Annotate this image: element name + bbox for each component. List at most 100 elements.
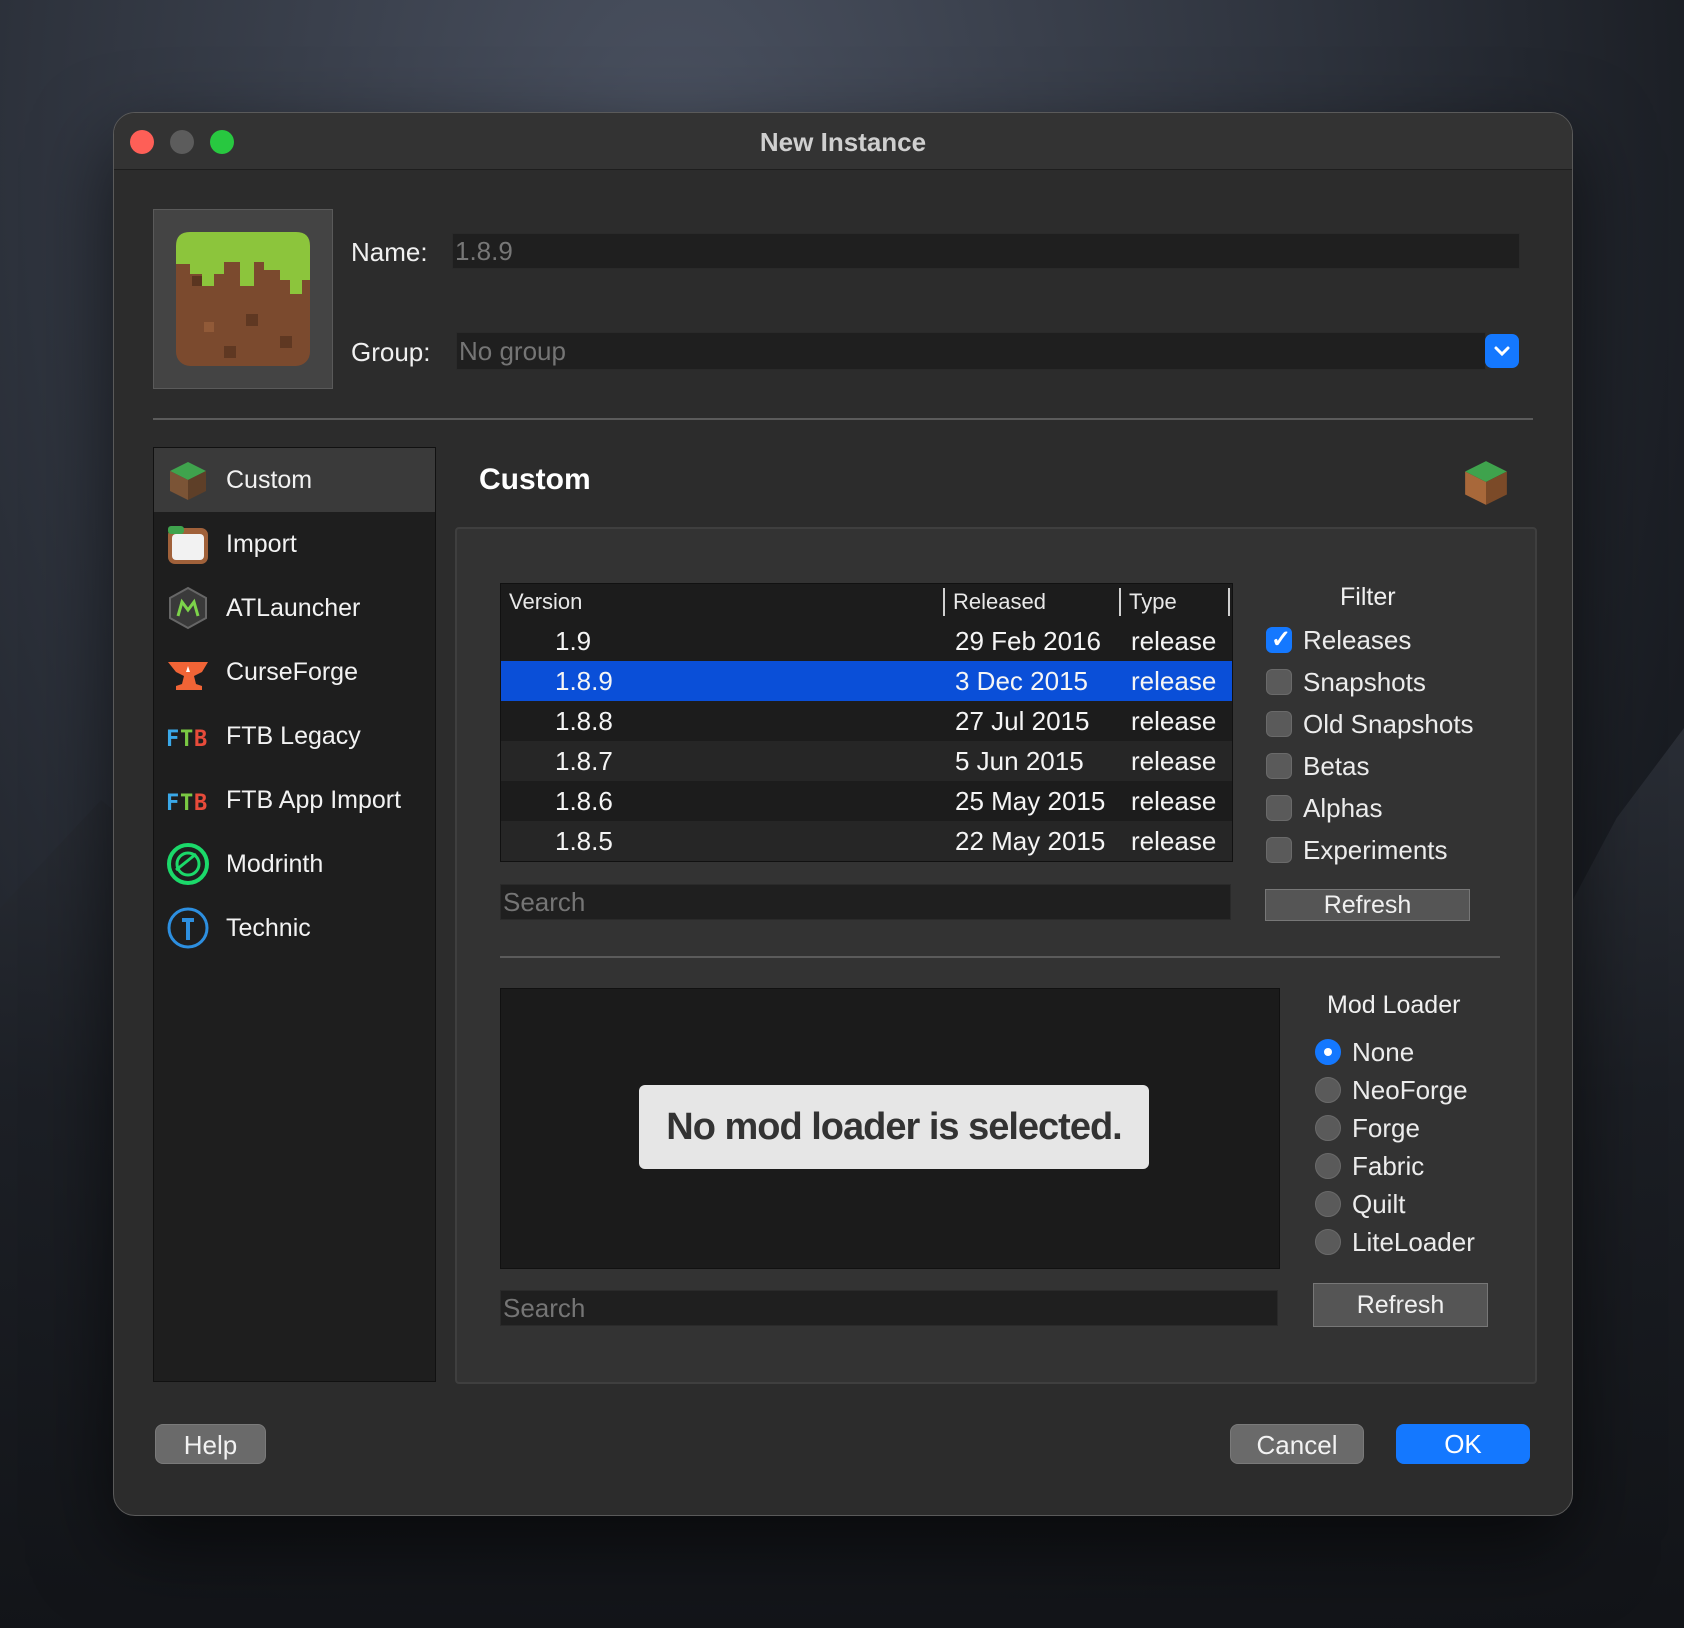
released-cell: 22 May 2015 <box>955 826 1106 856</box>
chevron-down-icon <box>1494 346 1510 357</box>
old-snapshots-label[interactable]: Old Snapshots <box>1303 709 1474 740</box>
type-cell: release <box>1131 706 1217 736</box>
released-cell: 5 Jun 2015 <box>955 746 1084 776</box>
ok-button[interactable]: OK <box>1396 1424 1530 1464</box>
svg-text:B: B <box>194 791 207 816</box>
grass-block-icon <box>176 232 310 366</box>
fabric-radio[interactable] <box>1315 1153 1341 1179</box>
curseforge-anvil-icon <box>168 662 208 690</box>
table-row[interactable]: 1.8.8 27 Jul 2015 release <box>501 701 1232 741</box>
releases-checkbox[interactable]: ✓ <box>1266 626 1292 653</box>
sidebar-item-label: FTB Legacy <box>226 721 361 750</box>
column-separator <box>1119 588 1121 616</box>
table-row[interactable]: 1.8.5 22 May 2015 release <box>501 821 1232 861</box>
sidebar-item-modrinth[interactable]: Modrinth <box>154 832 435 896</box>
table-row[interactable]: 1.8.6 25 May 2015 release <box>501 781 1232 821</box>
radio-dot-icon <box>1324 1048 1332 1056</box>
sidebar-item-technic[interactable]: Technic <box>154 896 435 960</box>
table-row-selected[interactable]: 1.8.9 3 Dec 2015 release <box>501 661 1232 701</box>
version-search-input[interactable] <box>500 884 1231 920</box>
sidebar-item-label: FTB App Import <box>226 785 402 814</box>
svg-text:F: F <box>166 727 179 752</box>
liteloader-label[interactable]: LiteLoader <box>1352 1227 1475 1258</box>
version-table[interactable]: Version Released Type 1.9 29 Feb 2016 re… <box>500 583 1233 862</box>
table-row[interactable]: 1.8.7 5 Jun 2015 release <box>501 741 1232 781</box>
sidebar-item-label: Custom <box>226 465 313 494</box>
type-cell: release <box>1131 666 1217 696</box>
version-cell: 1.8.6 <box>555 786 613 816</box>
snapshots-label[interactable]: Snapshots <box>1303 667 1426 698</box>
sidebar-item-label: ATLauncher <box>226 593 361 622</box>
neoforge-label[interactable]: NeoForge <box>1352 1075 1468 1106</box>
source-sidebar: Custom Import ATLauncher CurseForge F T … <box>153 447 436 1382</box>
column-separator <box>1228 588 1230 616</box>
quilt-radio[interactable] <box>1315 1191 1341 1217</box>
alphas-checkbox[interactable] <box>1266 795 1292 821</box>
grass-block-icon <box>170 462 206 500</box>
svg-text:T: T <box>180 791 193 816</box>
experiments-checkbox[interactable] <box>1266 837 1292 863</box>
folder-icon <box>168 526 208 564</box>
released-cell: 29 Feb 2016 <box>955 626 1102 656</box>
new-instance-dialog: New Instance Name: Group: Cust <box>113 112 1573 1516</box>
old-snapshots-checkbox[interactable] <box>1266 711 1292 737</box>
forge-radio[interactable] <box>1315 1115 1341 1141</box>
technic-icon <box>167 907 209 949</box>
group-label: Group: <box>351 337 431 367</box>
title-bar[interactable]: New Instance <box>114 113 1572 170</box>
ftb-icon: F T B <box>166 791 207 816</box>
version-cell: 1.8.8 <box>555 706 613 736</box>
alphas-label[interactable]: Alphas <box>1303 793 1383 824</box>
help-button[interactable]: Help <box>155 1424 266 1464</box>
column-separator <box>943 588 945 616</box>
instance-icon-button[interactable] <box>153 209 333 389</box>
modrinth-icon <box>167 843 209 885</box>
sidebar-item-atlauncher[interactable]: ATLauncher <box>154 576 435 640</box>
none-label[interactable]: None <box>1352 1037 1414 1068</box>
column-header-version[interactable]: Version <box>509 584 582 620</box>
sidebar-item-label: CurseForge <box>226 657 358 686</box>
column-header-released[interactable]: Released <box>953 584 1046 620</box>
group-dropdown-button[interactable] <box>1485 334 1519 368</box>
version-refresh-button[interactable]: Refresh <box>1265 889 1470 921</box>
mod-loader-refresh-button[interactable]: Refresh <box>1313 1283 1488 1327</box>
checkmark-icon: ✓ <box>1271 626 1292 653</box>
name-input[interactable] <box>452 233 1520 269</box>
sidebar-item-ftb-legacy[interactable]: F T B FTB Legacy <box>154 704 435 768</box>
ftb-icon: F T B <box>166 727 207 752</box>
page-title: Custom <box>479 463 591 496</box>
sidebar-item-label: Technic <box>226 913 311 942</box>
sidebar-item-import[interactable]: Import <box>154 512 435 576</box>
betas-label[interactable]: Betas <box>1303 751 1370 782</box>
experiments-label[interactable]: Experiments <box>1303 835 1448 866</box>
quilt-label[interactable]: Quilt <box>1352 1189 1405 1220</box>
table-row[interactable]: 1.9 29 Feb 2016 release <box>501 621 1232 661</box>
liteloader-radio[interactable] <box>1315 1229 1341 1255</box>
sidebar-item-label: Modrinth <box>226 849 324 878</box>
type-cell: release <box>1131 786 1217 816</box>
filter-title: Filter <box>1340 583 1396 611</box>
sidebar-item-curseforge[interactable]: CurseForge <box>154 640 435 704</box>
neoforge-radio[interactable] <box>1315 1077 1341 1103</box>
fabric-label[interactable]: Fabric <box>1352 1151 1424 1182</box>
sidebar-item-label: Import <box>226 529 297 558</box>
column-header-type[interactable]: Type <box>1129 584 1177 620</box>
betas-checkbox[interactable] <box>1266 753 1292 779</box>
released-cell: 25 May 2015 <box>955 786 1106 816</box>
released-cell: 27 Jul 2015 <box>955 706 1090 736</box>
sidebar-item-ftb-app-import[interactable]: F T B FTB App Import <box>154 768 435 832</box>
divider <box>153 418 1533 420</box>
svg-text:B: B <box>194 727 207 752</box>
version-cell: 1.8.5 <box>555 826 613 856</box>
none-radio[interactable] <box>1315 1039 1341 1065</box>
cancel-button[interactable]: Cancel <box>1230 1424 1364 1464</box>
name-label: Name: <box>351 237 428 267</box>
group-combobox[interactable] <box>456 332 1486 370</box>
forge-label[interactable]: Forge <box>1352 1113 1420 1144</box>
mod-loader-version-list: No mod loader is selected. <box>500 988 1280 1269</box>
sidebar-item-custom[interactable]: Custom <box>154 448 435 512</box>
snapshots-checkbox[interactable] <box>1266 669 1292 695</box>
mod-loader-title: Mod Loader <box>1327 991 1461 1019</box>
releases-label[interactable]: Releases <box>1303 625 1411 656</box>
mod-loader-search-input[interactable] <box>500 1290 1278 1326</box>
